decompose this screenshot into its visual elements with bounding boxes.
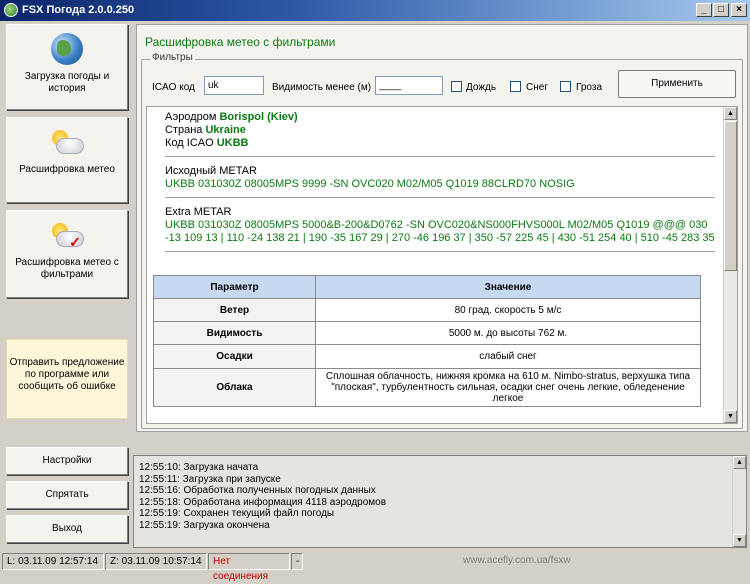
airport-row: Аэродром Borispol (Kiev) bbox=[165, 111, 298, 123]
visibility-input[interactable] bbox=[375, 76, 443, 95]
window-title: FSX Погода 2.0.0.250 bbox=[22, 4, 135, 16]
page-title: Расшифровка метео с фильтрами bbox=[145, 35, 336, 49]
minimize-button[interactable]: _ bbox=[696, 3, 712, 17]
nav-decode-button[interactable]: Расшифровка метео bbox=[6, 117, 128, 203]
storm-checkbox[interactable] bbox=[560, 81, 571, 92]
storm-label: Гроза bbox=[576, 82, 603, 93]
close-button[interactable]: × bbox=[731, 3, 747, 17]
feedback-link[interactable]: Отправить предложение по программе или с… bbox=[6, 339, 128, 419]
exit-button[interactable]: Выход bbox=[6, 515, 128, 543]
metar-value: UKBB 031030Z 08005MPS 9999 -SN OVC020 M0… bbox=[165, 178, 575, 190]
filters-legend: Фильтры bbox=[150, 52, 195, 63]
log-line: 12:55:16: Обработка полученных погодных … bbox=[139, 485, 376, 496]
apply-button[interactable]: Применить bbox=[618, 70, 736, 98]
cloud-sun-icon bbox=[50, 130, 84, 156]
icao-input[interactable] bbox=[204, 76, 264, 95]
param-header: Параметр bbox=[153, 275, 316, 299]
extra-metar-label: Extra METAR bbox=[165, 206, 232, 218]
log-line: 12:55:19: Загрузка окончена bbox=[139, 519, 270, 531]
extra-metar-value: UKBB 031030Z 08005MPS 5000&B-200&D0762 -… bbox=[165, 219, 715, 244]
nav-decode-filtered-label: Расшифровка метео с фильтрами bbox=[15, 257, 119, 280]
status-bar: L: 03.11.09 12:57:14 Z: 03.11.09 10:57:1… bbox=[0, 551, 750, 582]
scroll-up-icon[interactable]: ▲ bbox=[724, 107, 737, 120]
settings-button[interactable]: Настройки bbox=[6, 447, 128, 475]
table-row: Облака Сплошная облачность, нижняя кромк… bbox=[153, 368, 701, 407]
scroll-thumb[interactable] bbox=[724, 121, 737, 271]
connection-status: Нет соединения bbox=[208, 553, 290, 582]
local-time: L: 03.11.09 12:57:14 bbox=[2, 553, 104, 570]
website-link[interactable]: www.acefly.com.ua/fsxw bbox=[463, 555, 571, 566]
log-scroll-up-icon[interactable]: ▲ bbox=[733, 456, 746, 469]
title-bar: FSX Погода 2.0.0.250 _ □ × bbox=[0, 0, 750, 21]
report-view: Аэродром Borispol (Kiev) Страна Ukraine … bbox=[146, 106, 738, 424]
nav-load-weather-label: Загрузка погоды и история bbox=[24, 71, 110, 94]
nav-decode-filtered-button[interactable]: ✓ Расшифровка метео с фильтрами bbox=[6, 210, 128, 298]
icao-value: UKBB bbox=[216, 137, 249, 149]
airport-value: Borispol (Kiev) bbox=[219, 111, 298, 123]
app-icon bbox=[4, 3, 18, 17]
snow-label: Снег bbox=[526, 82, 548, 93]
country-row: Страна Ukraine bbox=[165, 124, 246, 136]
log-line: 12:55:19: Сохранен текущий файл погоды bbox=[139, 508, 335, 519]
visibility-label: Видимость менее (м) bbox=[272, 82, 372, 93]
table-row: Осадки слабый снег bbox=[153, 344, 701, 369]
filters-group: Фильтры ICAO код Видимость менее (м) Дож… bbox=[141, 52, 743, 429]
log-scrollbar[interactable]: ▲ ▼ bbox=[732, 456, 746, 547]
log-scroll-down-icon[interactable]: ▼ bbox=[733, 534, 746, 547]
params-table: Параметр Значение Ветер 80 град. скорост… bbox=[153, 275, 701, 407]
main-panel: Расшифровка метео с фильтрами Фильтры IC… bbox=[136, 24, 748, 432]
scroll-down-icon[interactable]: ▼ bbox=[724, 410, 737, 423]
log-panel: 12:55:10: Загрузка начата 12:55:11: Загр… bbox=[133, 455, 747, 548]
nav-load-weather-button[interactable]: Загрузка погоды и история bbox=[6, 24, 128, 110]
maximize-button[interactable]: □ bbox=[713, 3, 729, 17]
table-row: Ветер 80 град. скорость 5 м/с bbox=[153, 298, 701, 322]
log-line: 12:55:11: Загрузка при запуске bbox=[139, 473, 281, 485]
table-row: Видимость 5000 м. до высоты 762 м. bbox=[153, 321, 701, 345]
rain-checkbox[interactable] bbox=[451, 81, 462, 92]
country-value: Ukraine bbox=[205, 124, 246, 136]
value-header: Значение bbox=[315, 275, 701, 299]
log-line: 12:55:18: Обработана информация 4118 аэр… bbox=[139, 496, 387, 508]
status-extra: - bbox=[291, 553, 303, 570]
icao-row: Код ICAO UKBB bbox=[165, 137, 249, 149]
globe-icon bbox=[51, 33, 83, 65]
cloud-check-icon: ✓ bbox=[50, 223, 84, 249]
report-scrollbar[interactable]: ▲ ▼ bbox=[723, 107, 737, 423]
snow-checkbox[interactable] bbox=[510, 81, 521, 92]
log-line: 12:55:10: Загрузка начата bbox=[139, 462, 259, 473]
zulu-time: Z: 03.11.09 10:57:14 bbox=[105, 553, 207, 570]
icao-label: ICAO код bbox=[152, 82, 195, 93]
rain-label: Дождь bbox=[466, 82, 497, 93]
metar-label: Исходный METAR bbox=[165, 165, 257, 177]
nav-decode-label: Расшифровка метео bbox=[19, 164, 115, 175]
hide-button[interactable]: Спрятать bbox=[6, 481, 128, 509]
